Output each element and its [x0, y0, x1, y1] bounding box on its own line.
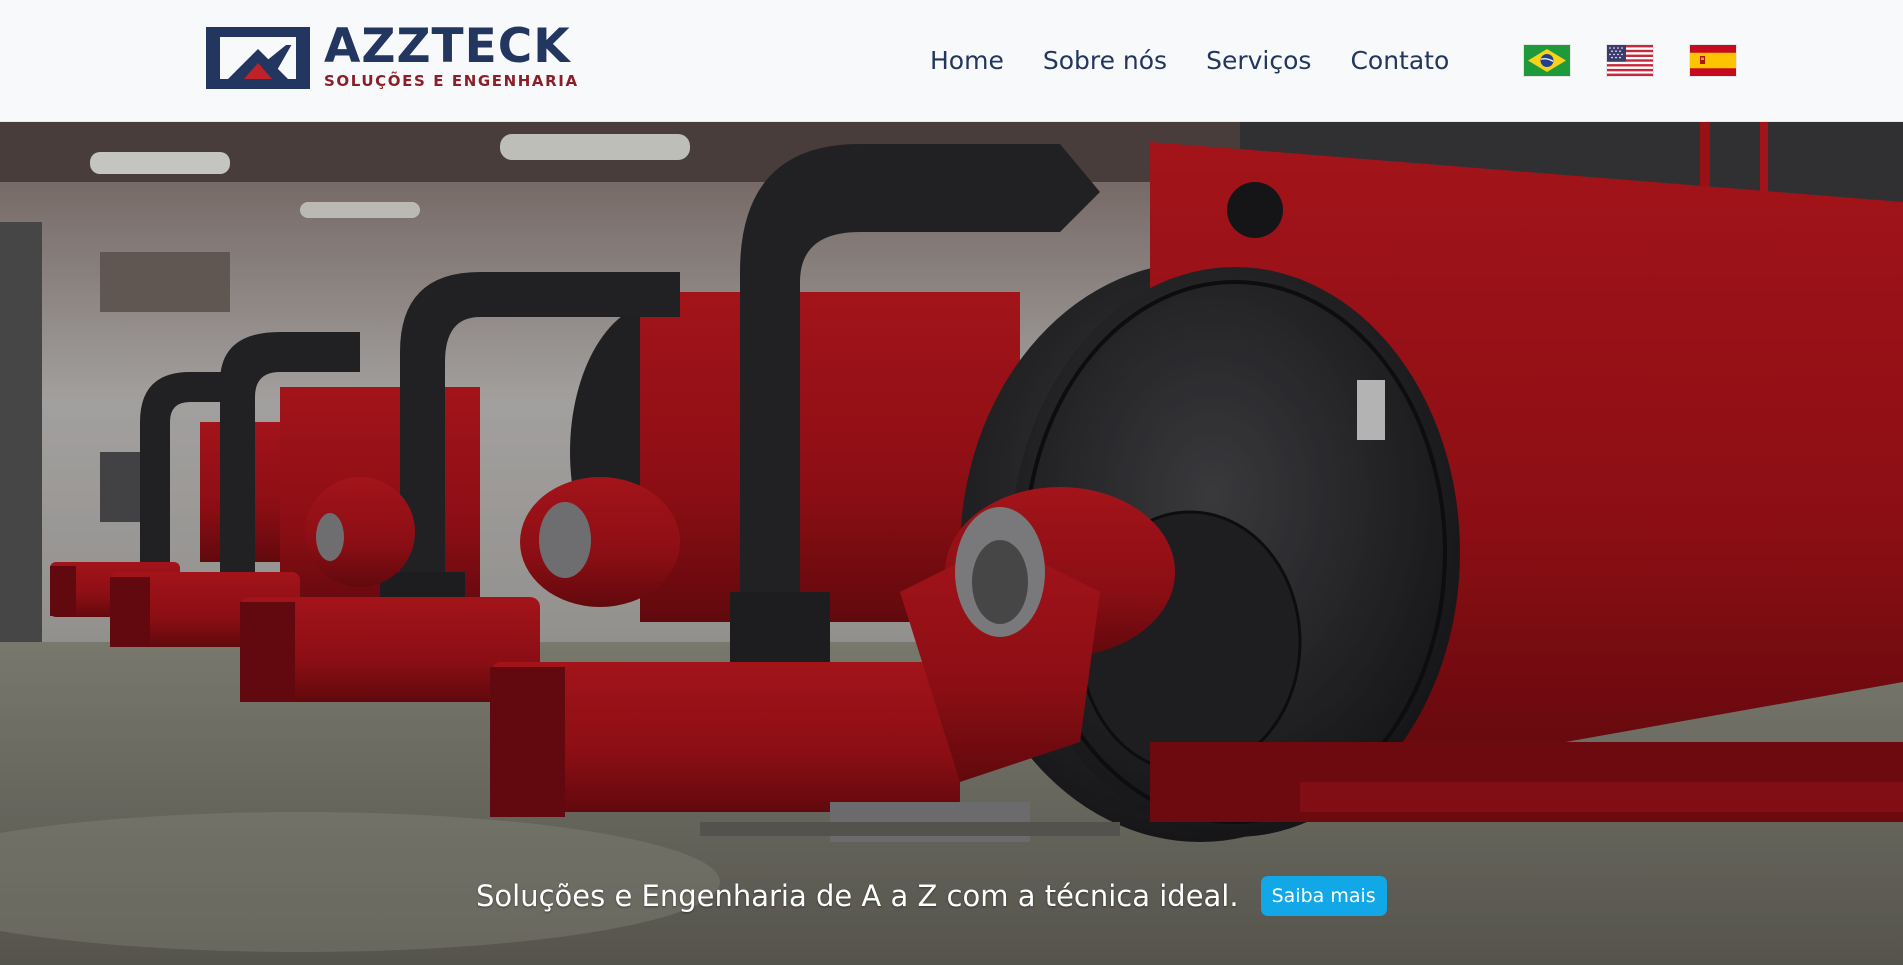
hero-cta: Soluções e Engenharia de A a Z com a téc…: [476, 876, 1387, 916]
brazil-flag-icon: [1524, 45, 1570, 76]
language-pt-button[interactable]: [1524, 45, 1570, 76]
nav-item-contato[interactable]: Contato: [1350, 46, 1449, 75]
site-header: AZZTECK SOLUÇÕES E ENGENHARIA Home Sobre…: [0, 0, 1903, 122]
hero-tagline: Soluções e Engenharia de A a Z com a téc…: [476, 879, 1239, 913]
nav-item-home[interactable]: Home: [930, 46, 1004, 75]
nav-item-servicos[interactable]: Serviços: [1206, 46, 1311, 75]
hero-overlay: [0, 122, 1903, 965]
usa-flag-icon: [1607, 45, 1653, 76]
azzteck-mountain-logo-icon: [206, 27, 310, 89]
main-nav: Home Sobre nós Serviços Contato: [930, 42, 1488, 78]
nav-item-sobre[interactable]: Sobre nós: [1043, 46, 1167, 75]
brand-name: AZZTECK: [324, 19, 571, 74]
language-switcher: [1524, 45, 1773, 76]
language-es-button[interactable]: [1690, 45, 1736, 76]
saiba-mais-button[interactable]: Saiba mais: [1260, 876, 1387, 916]
language-en-button[interactable]: [1607, 45, 1653, 76]
brand-logo[interactable]: AZZTECK SOLUÇÕES E ENGENHARIA: [206, 21, 596, 93]
brand-subtitle: SOLUÇÕES E ENGENHARIA: [324, 72, 579, 90]
hero-banner: Soluções e Engenharia de A a Z com a téc…: [0, 122, 1903, 965]
spain-flag-icon: [1690, 45, 1736, 76]
